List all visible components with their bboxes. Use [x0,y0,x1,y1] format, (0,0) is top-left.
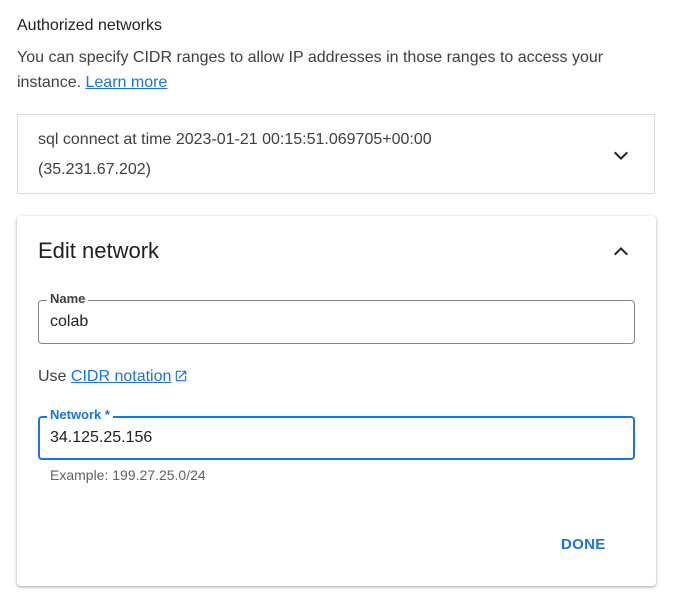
name-input[interactable] [50,301,610,343]
chevron-down-icon[interactable] [609,143,633,167]
edit-network-panel: Edit network Name Use CIDR notation Netw… [17,216,656,586]
section-description: You can specify CIDR ranges to allow IP … [17,45,657,95]
authorized-network-item[interactable]: sql connect at time 2023-01-21 00:15:51.… [17,114,655,194]
cidr-notation-link[interactable]: CIDR notation [71,368,172,385]
network-field: Network * [38,407,635,460]
edit-network-title: Edit network [38,238,160,263]
learn-more-link[interactable]: Learn more [86,74,168,91]
use-prefix: Use [38,368,67,385]
network-example-hint: Example: 199.27.25.0/24 [50,467,206,483]
network-input[interactable] [50,418,610,458]
name-field: Name [38,291,635,344]
chevron-up-icon[interactable] [609,240,633,264]
section-title: Authorized networks [17,17,162,34]
done-button[interactable]: DONE [557,534,610,555]
cidr-hint-line: Use CIDR notation [38,368,188,388]
network-item-name: sql connect at time 2023-01-21 00:15:51.… [38,131,432,148]
network-item-address: (35.231.67.202) [38,161,151,178]
open-in-new-icon[interactable] [174,369,188,388]
